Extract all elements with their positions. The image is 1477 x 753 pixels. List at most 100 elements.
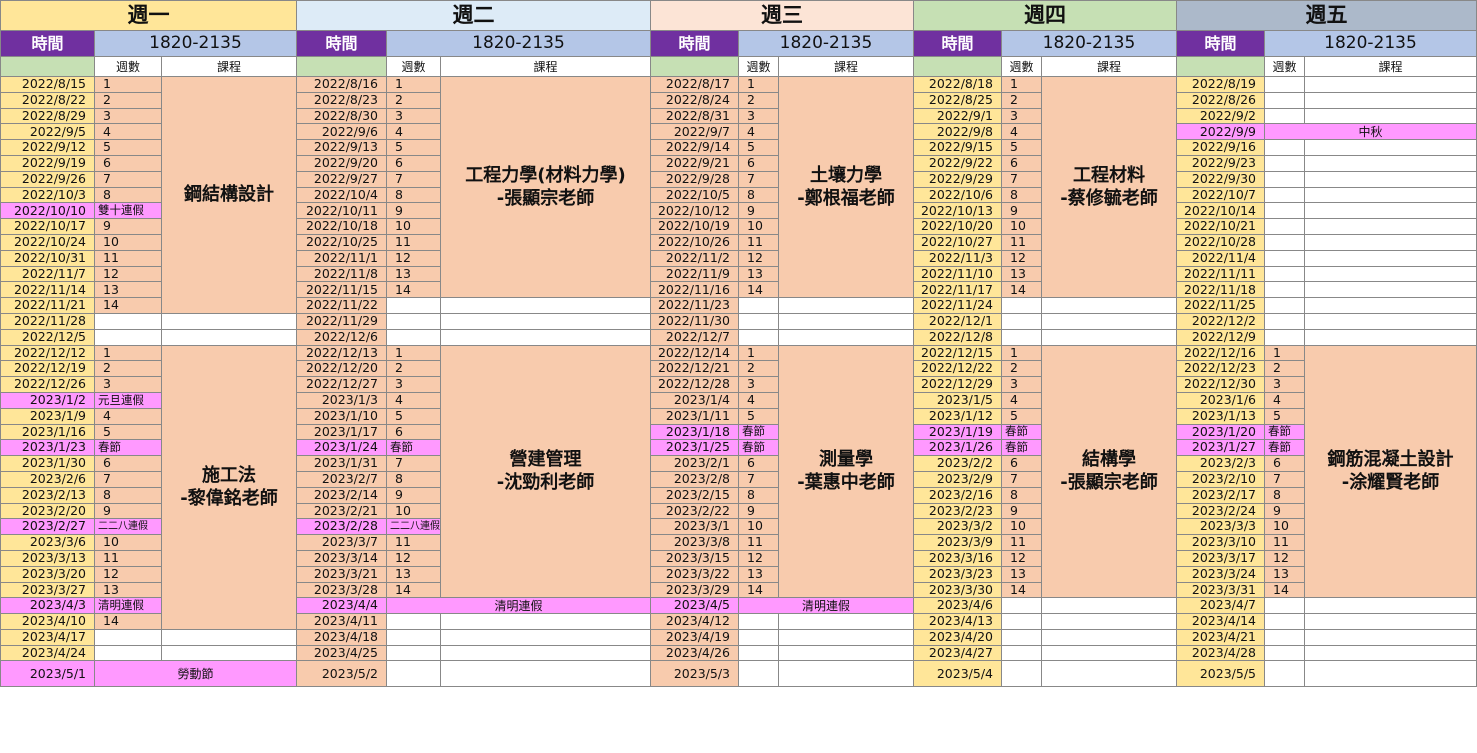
- course-empty: [162, 629, 297, 646]
- date-cell: 2023/3/9: [914, 535, 1002, 551]
- date-cell: 2022/9/15: [914, 140, 1002, 156]
- date-cell: 2023/3/24: [1177, 566, 1265, 583]
- course-block: 鋼結構設計: [162, 77, 297, 314]
- week-number: [1265, 282, 1305, 299]
- course-block: 工程材料 -蔡修毓老師: [1042, 77, 1177, 299]
- course-empty: [1305, 614, 1477, 630]
- date-cell: 2022/10/25: [297, 234, 387, 251]
- week-number: 6: [387, 155, 441, 172]
- week-number: 10: [387, 219, 441, 235]
- holiday-label: 春節: [387, 440, 441, 457]
- week-number: 2: [95, 92, 162, 109]
- week-number: 13: [1002, 266, 1042, 283]
- course-empty: [1305, 313, 1477, 330]
- week-number: [739, 661, 779, 688]
- day-header: 週三: [651, 1, 914, 31]
- date-cell: 2022/12/28: [651, 377, 739, 393]
- course-col-label: 課程: [1305, 57, 1477, 77]
- course-block: 營建管理 -沈勁利老師: [441, 345, 651, 599]
- course-teacher: -葉惠中老師: [797, 472, 895, 494]
- week-number: 1: [387, 345, 441, 362]
- week-number: 6: [739, 155, 779, 172]
- date-cell: 2022/12/21: [651, 361, 739, 378]
- week-number: 5: [387, 408, 441, 425]
- date-cell: 2022/10/12: [651, 203, 739, 220]
- course-col-label: 課程: [779, 57, 914, 77]
- week-number: 7: [739, 471, 779, 488]
- week-number: 9: [739, 503, 779, 520]
- holiday-label: 二二八連假: [387, 519, 441, 536]
- date-cell: 2022/12/22: [914, 361, 1002, 378]
- date-cell: 2023/4/3: [1, 598, 95, 615]
- week-number: 7: [387, 456, 441, 472]
- week-number: [1265, 266, 1305, 283]
- date-cell: 2022/9/27: [297, 171, 387, 188]
- date-cell: 2022/12/26: [1, 377, 95, 393]
- date-cell: 2022/10/5: [651, 187, 739, 204]
- course-empty: [1305, 298, 1477, 314]
- date-cell: 2023/1/6: [1177, 392, 1265, 409]
- date-cell: 2023/1/9: [1, 408, 95, 425]
- week-number: 11: [1002, 234, 1042, 251]
- week-number: 12: [739, 550, 779, 567]
- week-number: [1265, 598, 1305, 615]
- course-name: 鋼結構設計: [184, 184, 274, 206]
- date-cell: 2023/2/16: [914, 487, 1002, 504]
- course-block: 土壤力學 -鄭根福老師: [779, 77, 914, 299]
- week-number: [1265, 661, 1305, 688]
- week-number: 10: [95, 535, 162, 551]
- date-cell: 2022/9/19: [1, 155, 95, 172]
- week-number: 3: [387, 377, 441, 393]
- date-cell: 2023/2/21: [297, 503, 387, 520]
- subheader-blank: [914, 57, 1002, 77]
- day-header: 週五: [1177, 1, 1477, 31]
- week-number: 12: [95, 566, 162, 583]
- time-label: 時間: [914, 31, 1002, 57]
- date-cell: 2022/12/29: [914, 377, 1002, 393]
- date-cell: 2023/4/12: [651, 614, 739, 630]
- date-cell: 2022/11/2: [651, 250, 739, 267]
- course-teacher: -張顯宗老師: [496, 188, 595, 210]
- week-number: [387, 313, 441, 330]
- week-number: 4: [1265, 392, 1305, 409]
- date-cell: 2022/11/4: [1177, 250, 1265, 267]
- subheader-blank: [1177, 57, 1265, 77]
- date-cell: 2023/1/20: [1177, 424, 1265, 441]
- week-number: [387, 329, 441, 346]
- week-number: 6: [95, 155, 162, 172]
- date-cell: 2023/3/14: [297, 550, 387, 567]
- date-cell: 2022/9/9: [1177, 124, 1265, 141]
- course-name: 施工法: [202, 464, 256, 486]
- week-number: 6: [1002, 456, 1042, 472]
- date-cell: 2023/2/24: [1177, 503, 1265, 520]
- date-cell: 2023/2/10: [1177, 471, 1265, 488]
- week-number: 7: [387, 171, 441, 188]
- course-empty: [1305, 140, 1477, 156]
- week-number: 10: [739, 519, 779, 536]
- date-cell: 2022/9/22: [914, 155, 1002, 172]
- date-cell: 2022/9/1: [914, 108, 1002, 125]
- week-number: 14: [739, 282, 779, 299]
- course-empty: [1042, 614, 1177, 630]
- holiday-label: 春節: [1265, 440, 1305, 457]
- week-number: 2: [387, 361, 441, 378]
- date-cell: 2023/3/15: [651, 550, 739, 567]
- week-number: 12: [739, 250, 779, 267]
- week-number: [387, 298, 441, 314]
- week-number: 5: [739, 408, 779, 425]
- date-cell: 2022/9/23: [1177, 155, 1265, 172]
- week-number: 3: [1002, 108, 1042, 125]
- date-cell: 2023/4/24: [1, 645, 95, 662]
- week-number: [387, 629, 441, 646]
- date-cell: 2022/10/24: [1, 234, 95, 251]
- date-cell: 2022/12/5: [1, 329, 95, 346]
- date-cell: 2023/3/17: [1177, 550, 1265, 567]
- week-number: 1: [1002, 345, 1042, 362]
- week-number: 3: [1265, 377, 1305, 393]
- week-number: 9: [387, 203, 441, 220]
- date-cell: 2023/3/20: [1, 566, 95, 583]
- date-cell: 2023/4/13: [914, 614, 1002, 630]
- week-number: [1002, 629, 1042, 646]
- week-number: 4: [739, 124, 779, 141]
- date-cell: 2022/9/20: [297, 155, 387, 172]
